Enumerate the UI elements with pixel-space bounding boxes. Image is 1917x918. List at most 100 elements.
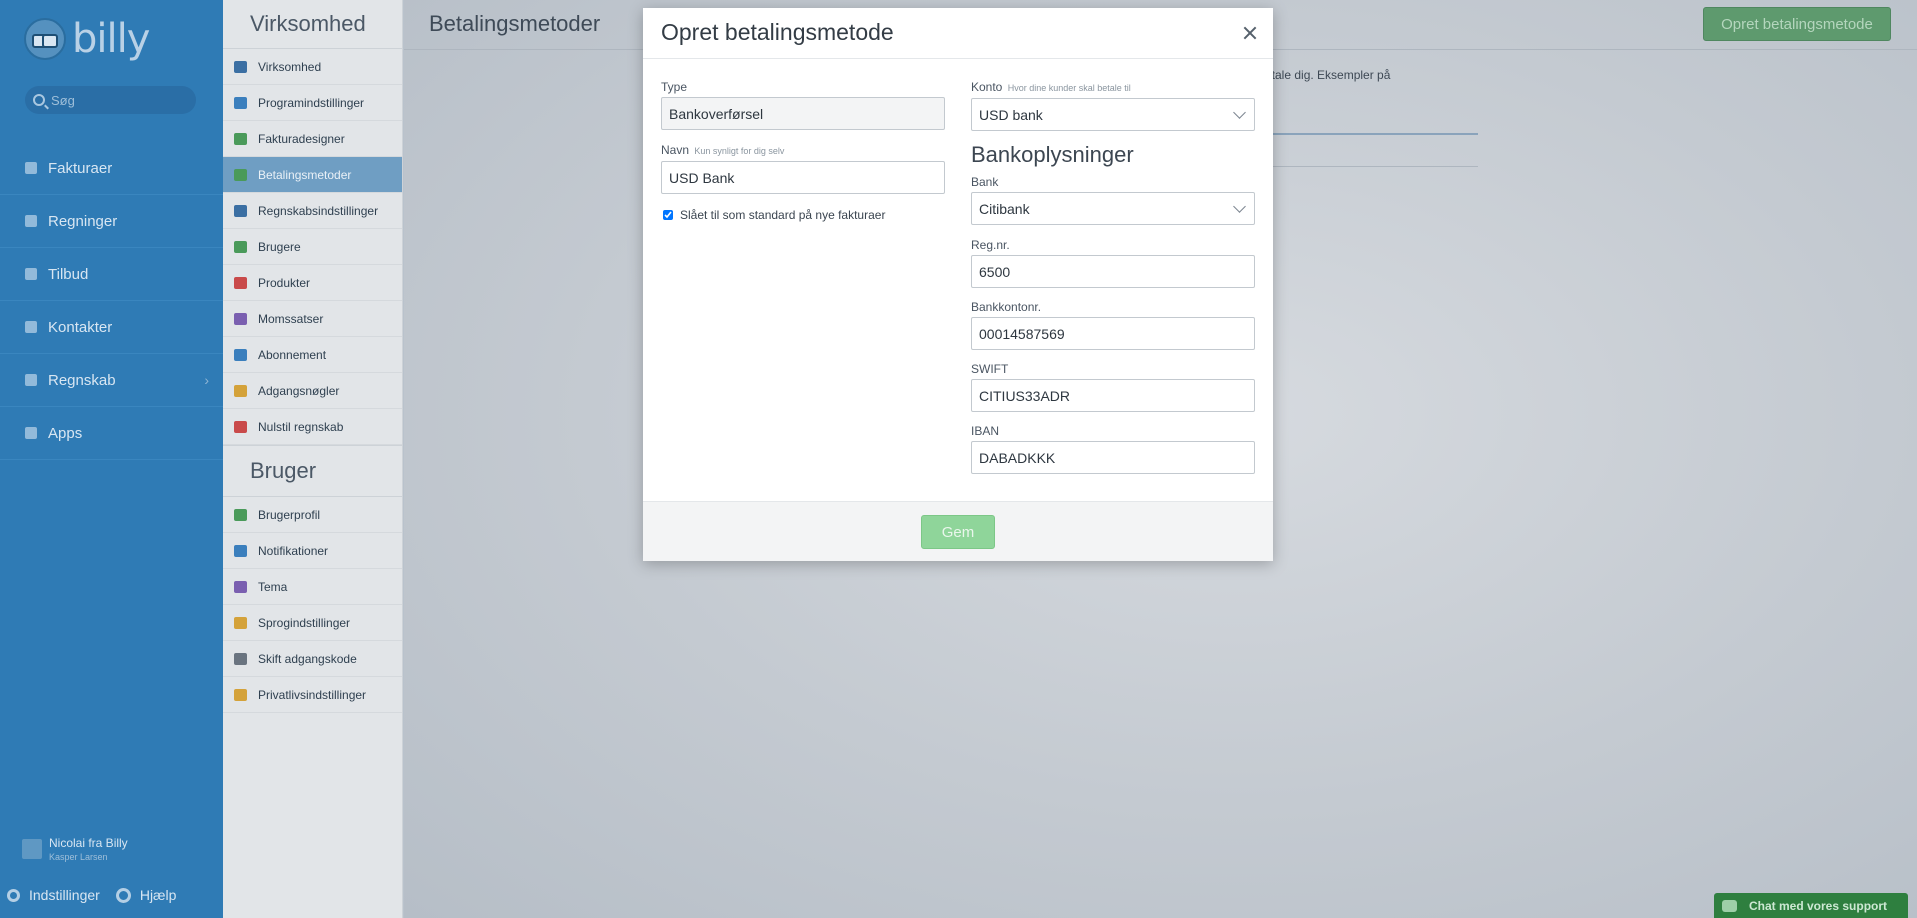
account-label-text: Konto xyxy=(971,80,1003,94)
invoice-icon xyxy=(25,162,37,174)
settings-item-fakturadesigner[interactable]: Fakturadesigner xyxy=(223,121,402,157)
nav-item-fakturaer[interactable]: Fakturaer xyxy=(0,142,223,195)
bank-label: Bank xyxy=(971,175,999,189)
settings-item-virksomhed[interactable]: Virksomhed xyxy=(223,49,402,85)
main-sidebar: billy Fakturaer Regninger Tilbud Kontakt… xyxy=(0,0,223,918)
lifebuoy-icon xyxy=(115,887,131,903)
search-icon xyxy=(33,94,45,106)
modal-footer: Gem xyxy=(643,501,1273,561)
settings-item-label: Privatlivsindstillinger xyxy=(258,687,367,702)
accounting-icon xyxy=(25,374,37,386)
default-checkbox-row[interactable]: Slået til som standard på nye fakturaer xyxy=(663,208,885,222)
account-number-field[interactable] xyxy=(971,317,1255,350)
settings-item-icon xyxy=(234,384,247,397)
settings-item-nulstil-regnskab[interactable]: Nulstil regnskab xyxy=(223,409,402,445)
settings-link[interactable]: Indstillinger xyxy=(7,887,100,903)
settings-item-icon xyxy=(234,312,247,325)
settings-item-label: Abonnement xyxy=(258,347,327,362)
settings-item-skift-adgangskode[interactable]: Skift adgangskode xyxy=(223,641,402,677)
account-select[interactable]: USD bank xyxy=(971,98,1255,131)
settings-item-label: Nulstil regnskab xyxy=(258,419,344,434)
type-field[interactable] xyxy=(661,97,945,130)
nav-item-label: Apps xyxy=(48,424,83,442)
bank-info-title: Bankoplysninger xyxy=(971,142,1134,167)
swift-field[interactable] xyxy=(971,379,1255,412)
create-payment-method-modal: Opret betalingsmetode Type Navn Kun synl… xyxy=(643,8,1273,561)
modal-header: Opret betalingsmetode xyxy=(643,8,1273,59)
account-hint: Hvor dine kunder skal betale til xyxy=(1007,83,1131,93)
bill-icon xyxy=(25,215,37,227)
settings-item-regnskabsindstillinger[interactable]: Regnskabsindstillinger xyxy=(223,193,402,229)
nav-item-label: Tilbud xyxy=(48,265,89,283)
reg-number-field[interactable] xyxy=(971,255,1255,288)
search-box[interactable] xyxy=(25,86,196,114)
nav-item-regninger[interactable]: Regninger xyxy=(0,195,223,248)
settings-item-icon xyxy=(234,544,247,557)
user-sub: Kasper Larsen xyxy=(49,852,108,862)
create-payment-method-button[interactable]: Opret betalingsmetode xyxy=(1703,7,1891,41)
reg-label: Reg.nr. xyxy=(971,238,1010,252)
close-icon[interactable] xyxy=(1243,26,1257,40)
account-select-value: USD bank xyxy=(979,106,1043,123)
chevron-down-icon xyxy=(1233,200,1246,213)
settings-item-adgangsnøgler[interactable]: Adgangsnøgler xyxy=(223,373,402,409)
settings-item-label: Brugerprofil xyxy=(258,507,321,522)
chat-bubble-icon xyxy=(1722,899,1737,912)
settings-item-programindstillinger[interactable]: Programindstillinger xyxy=(223,85,402,121)
save-button[interactable]: Gem xyxy=(921,515,995,549)
chat-support-button[interactable]: Chat med vores support xyxy=(1714,893,1908,918)
settings-item-abonnement[interactable]: Abonnement xyxy=(223,337,402,373)
name-hint: Kun synligt for dig selv xyxy=(694,146,785,156)
settings-item-label: Notifikationer xyxy=(258,543,329,558)
default-checkbox-label: Slået til som standard på nye fakturaer xyxy=(680,208,886,222)
settings-item-momssatser[interactable]: Momssatser xyxy=(223,301,402,337)
settings-item-privatlivsindstillinger[interactable]: Privatlivsindstillinger xyxy=(223,677,402,713)
settings-section-title: Virksomhed xyxy=(223,0,402,49)
billy-mascot-icon xyxy=(24,18,66,60)
chat-label: Chat med vores support xyxy=(1749,898,1888,913)
settings-item-icon xyxy=(234,132,247,145)
building-icon xyxy=(22,839,42,859)
nav-item-label: Regnskab xyxy=(48,371,116,389)
settings-item-betalingsmetoder[interactable]: Betalingsmetoder xyxy=(223,157,402,193)
settings-item-brugere[interactable]: Brugere xyxy=(223,229,402,265)
nav-item-regnskab[interactable]: Regnskab › xyxy=(0,354,223,407)
user-info[interactable]: Nicolai fra Billy Kasper Larsen xyxy=(22,836,128,862)
bank-select[interactable]: Citibank xyxy=(971,192,1255,225)
settings-item-label: Skift adgangskode xyxy=(258,651,357,666)
modal-title: Opret betalingsmetode xyxy=(661,19,894,45)
search-input[interactable] xyxy=(51,92,191,108)
divider xyxy=(1268,166,1478,167)
name-label-text: Navn xyxy=(661,143,690,157)
settings-item-tema[interactable]: Tema xyxy=(223,569,402,605)
account-number-label: Bankkontonr. xyxy=(971,300,1042,314)
name-label: Navn Kun synligt for dig selv xyxy=(661,143,784,157)
settings-item-label: Fakturadesigner xyxy=(258,131,345,146)
page-title: Betalingsmetoder xyxy=(429,11,601,36)
iban-label: IBAN xyxy=(971,424,1000,438)
settings-list-user: Brugerprofil Notifikationer Tema Sprogindst… xyxy=(223,497,402,713)
billy-logo[interactable]: billy xyxy=(24,16,150,62)
settings-item-label: Virksomhed xyxy=(258,59,322,74)
nav-item-tilbud[interactable]: Tilbud xyxy=(0,248,223,301)
settings-item-notifikationer[interactable]: Notifikationer xyxy=(223,533,402,569)
settings-item-label: Momssatser xyxy=(258,311,324,326)
name-field[interactable] xyxy=(661,161,945,194)
settings-item-label: Tema xyxy=(258,579,288,594)
settings-item-produkter[interactable]: Produkter xyxy=(223,265,402,301)
settings-item-icon xyxy=(234,96,247,109)
help-link[interactable]: Hjælp xyxy=(115,887,176,903)
settings-section-title: Bruger xyxy=(223,445,402,497)
settings-item-brugerprofil[interactable]: Brugerprofil xyxy=(223,497,402,533)
iban-field[interactable] xyxy=(971,441,1255,474)
default-checkbox[interactable] xyxy=(663,210,673,220)
footer-links: Indstillinger Hjælp xyxy=(7,887,192,903)
nav-item-apps[interactable]: Apps xyxy=(0,407,223,460)
settings-item-icon xyxy=(234,204,247,217)
nav-item-kontakter[interactable]: Kontakter xyxy=(0,301,223,354)
logo-text: billy xyxy=(72,16,150,62)
settings-item-sprogindstillinger[interactable]: Sprogindstillinger xyxy=(223,605,402,641)
account-label: Konto Hvor dine kunder skal betale til xyxy=(971,80,1131,94)
nav-item-label: Fakturaer xyxy=(48,159,113,177)
settings-list-company: Virksomhed Programindstillinger Fakturades… xyxy=(223,49,402,445)
